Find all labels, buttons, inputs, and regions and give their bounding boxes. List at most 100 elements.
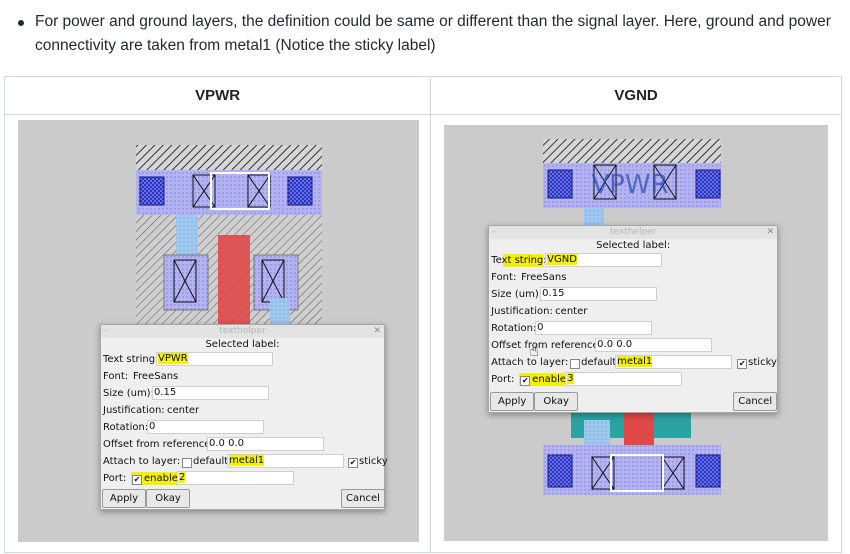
default-checkbox[interactable] bbox=[570, 359, 581, 369]
minimize-icon[interactable]: – bbox=[492, 226, 497, 239]
dialog-title: texthelper bbox=[219, 326, 266, 336]
rotation-label: Rotation: bbox=[103, 422, 149, 433]
layer-value: metal1 bbox=[617, 356, 653, 367]
cancel-button[interactable]: Cancel bbox=[733, 392, 778, 411]
font-row: Font: FreeSans bbox=[489, 270, 777, 287]
justification-label: Justification: bbox=[103, 405, 165, 416]
offset-label: Offset from reference: bbox=[491, 340, 602, 351]
selected-label-header: Selected label: bbox=[596, 240, 671, 251]
text-string-label: Text string: bbox=[491, 255, 547, 266]
default-label: default bbox=[193, 456, 229, 467]
port-input[interactable]: 3 bbox=[565, 372, 683, 386]
bullet-text: For power and ground layers, the definit… bbox=[35, 13, 831, 54]
rotation-label: Rotation: bbox=[491, 323, 537, 334]
port-label: Port: bbox=[103, 473, 127, 484]
poly-gate bbox=[624, 413, 655, 448]
texthelper-dialog-vpwr: – texthelper ✕ Selected label: Text stri… bbox=[100, 324, 388, 510]
offset-row: Offset from reference: 0.0 0.0 bbox=[101, 437, 384, 454]
via-contact bbox=[287, 176, 313, 206]
port-input[interactable]: 2 bbox=[177, 471, 294, 485]
rotation-row: Rotation: 0 bbox=[101, 420, 384, 437]
offset-label: Offset from reference: bbox=[103, 439, 214, 450]
justification-label: Justification: bbox=[491, 306, 553, 317]
table-header-vgnd: VGND bbox=[430, 76, 842, 115]
text-string-label: Text string: bbox=[103, 354, 159, 365]
selected-label-header: Selected label: bbox=[205, 339, 280, 350]
bullet-dot bbox=[18, 20, 24, 26]
table-header-vpwr: VPWR bbox=[3, 76, 432, 115]
table-row: – texthelper ✕ Selected label: Text stri… bbox=[3, 114, 842, 553]
comparison-table: VPWR VGND – texthelper ✕ Selected label:… bbox=[3, 76, 842, 553]
text-string-row: Text string: VPWR bbox=[101, 352, 384, 369]
text-string-input[interactable]: VGND bbox=[545, 253, 663, 267]
text-string-value: VPWR bbox=[158, 353, 188, 364]
text-string-row: Text string: VGND bbox=[489, 253, 777, 270]
rotation-input[interactable]: 0 bbox=[147, 420, 264, 434]
okay-button[interactable]: Okay bbox=[146, 489, 190, 508]
via-contact bbox=[695, 169, 721, 199]
size-input[interactable]: 0.15 bbox=[540, 287, 658, 301]
enable-checkbox[interactable]: ✔ bbox=[520, 376, 531, 386]
font-value: FreeSans bbox=[521, 272, 567, 283]
sticky-label: sticky bbox=[748, 357, 777, 368]
port-row: Port: ✔ enable 2 bbox=[101, 471, 384, 488]
nwell-top-hatch bbox=[543, 139, 722, 167]
size-input[interactable]: 0.15 bbox=[152, 386, 269, 400]
layout-text-label: VPWR bbox=[592, 170, 669, 200]
dialog-title: texthelper bbox=[609, 227, 657, 237]
okay-button[interactable]: Okay bbox=[534, 392, 579, 411]
attach-row: Attach to layer: default metal1 ✔ sticky bbox=[101, 454, 388, 471]
nwell-top-hatch bbox=[136, 145, 322, 170]
font-row: Font: FreeSans bbox=[101, 369, 384, 386]
port-row: Port: ✔ enable 3 bbox=[489, 372, 777, 389]
table-cell-vgnd: VPWR – texthelper ✕ Selected label: Text… bbox=[430, 114, 842, 553]
offset-input[interactable]: 0.0 0.0 bbox=[595, 338, 713, 352]
cancel-button[interactable]: Cancel bbox=[341, 489, 385, 508]
via-contact bbox=[547, 169, 573, 199]
dialog-titlebar: – texthelper ✕ bbox=[101, 325, 384, 338]
size-label: Size (um): bbox=[491, 289, 543, 300]
close-icon[interactable]: ✕ bbox=[767, 226, 775, 239]
sticky-checkbox[interactable]: ✔ bbox=[737, 359, 748, 369]
via-contact bbox=[139, 176, 165, 206]
hand-cursor-icon: ☝ bbox=[529, 341, 539, 360]
size-label: Size (um): bbox=[103, 388, 154, 399]
close-icon[interactable]: ✕ bbox=[373, 325, 381, 338]
font-label: Font: bbox=[491, 272, 517, 283]
via-contact bbox=[547, 454, 573, 488]
font-value: FreeSans bbox=[133, 371, 179, 382]
minimize-icon[interactable]: – bbox=[104, 325, 109, 338]
apply-button[interactable]: Apply bbox=[490, 392, 535, 411]
justification-value[interactable]: center bbox=[555, 306, 587, 317]
layer-input[interactable]: metal1 bbox=[227, 454, 344, 468]
port-label: Port: bbox=[491, 374, 515, 385]
size-row: Size (um): 0.15 bbox=[489, 287, 777, 304]
table-header-row: VPWR VGND bbox=[3, 76, 842, 115]
font-label: Font: bbox=[103, 371, 129, 382]
port-value: 2 bbox=[179, 472, 186, 483]
enable-checkbox[interactable]: ✔ bbox=[132, 475, 142, 485]
rotation-row: Rotation: 0 bbox=[489, 321, 777, 338]
dialog-titlebar: – texthelper ✕ bbox=[489, 226, 778, 239]
vgnd-screenshot: VPWR – texthelper ✕ Selected label: Text… bbox=[444, 125, 829, 541]
default-label: default bbox=[581, 357, 617, 368]
rotation-input[interactable]: 0 bbox=[535, 321, 653, 335]
attach-label: Attach to layer: bbox=[103, 456, 181, 467]
justification-row: Justification: center bbox=[489, 304, 777, 321]
default-checkbox[interactable] bbox=[182, 458, 192, 468]
enable-label: enable bbox=[144, 473, 178, 484]
justification-value[interactable]: center bbox=[167, 405, 199, 416]
enable-label: enable bbox=[532, 374, 567, 385]
bullet-list-item: For power and ground layers, the definit… bbox=[16, 10, 836, 58]
offset-input[interactable]: 0.0 0.0 bbox=[207, 437, 324, 451]
layer-value: metal1 bbox=[229, 455, 265, 466]
sticky-checkbox[interactable]: ✔ bbox=[348, 458, 358, 468]
layer-input[interactable]: metal1 bbox=[615, 355, 733, 369]
sticky-label: sticky bbox=[359, 456, 388, 467]
justification-row: Justification: center bbox=[101, 403, 384, 420]
li-strap bbox=[176, 215, 198, 260]
apply-button[interactable]: Apply bbox=[102, 489, 146, 508]
text-string-input[interactable]: VPWR bbox=[156, 352, 273, 366]
port-value: 3 bbox=[567, 373, 574, 384]
vpwr-screenshot: – texthelper ✕ Selected label: Text stri… bbox=[18, 120, 419, 542]
